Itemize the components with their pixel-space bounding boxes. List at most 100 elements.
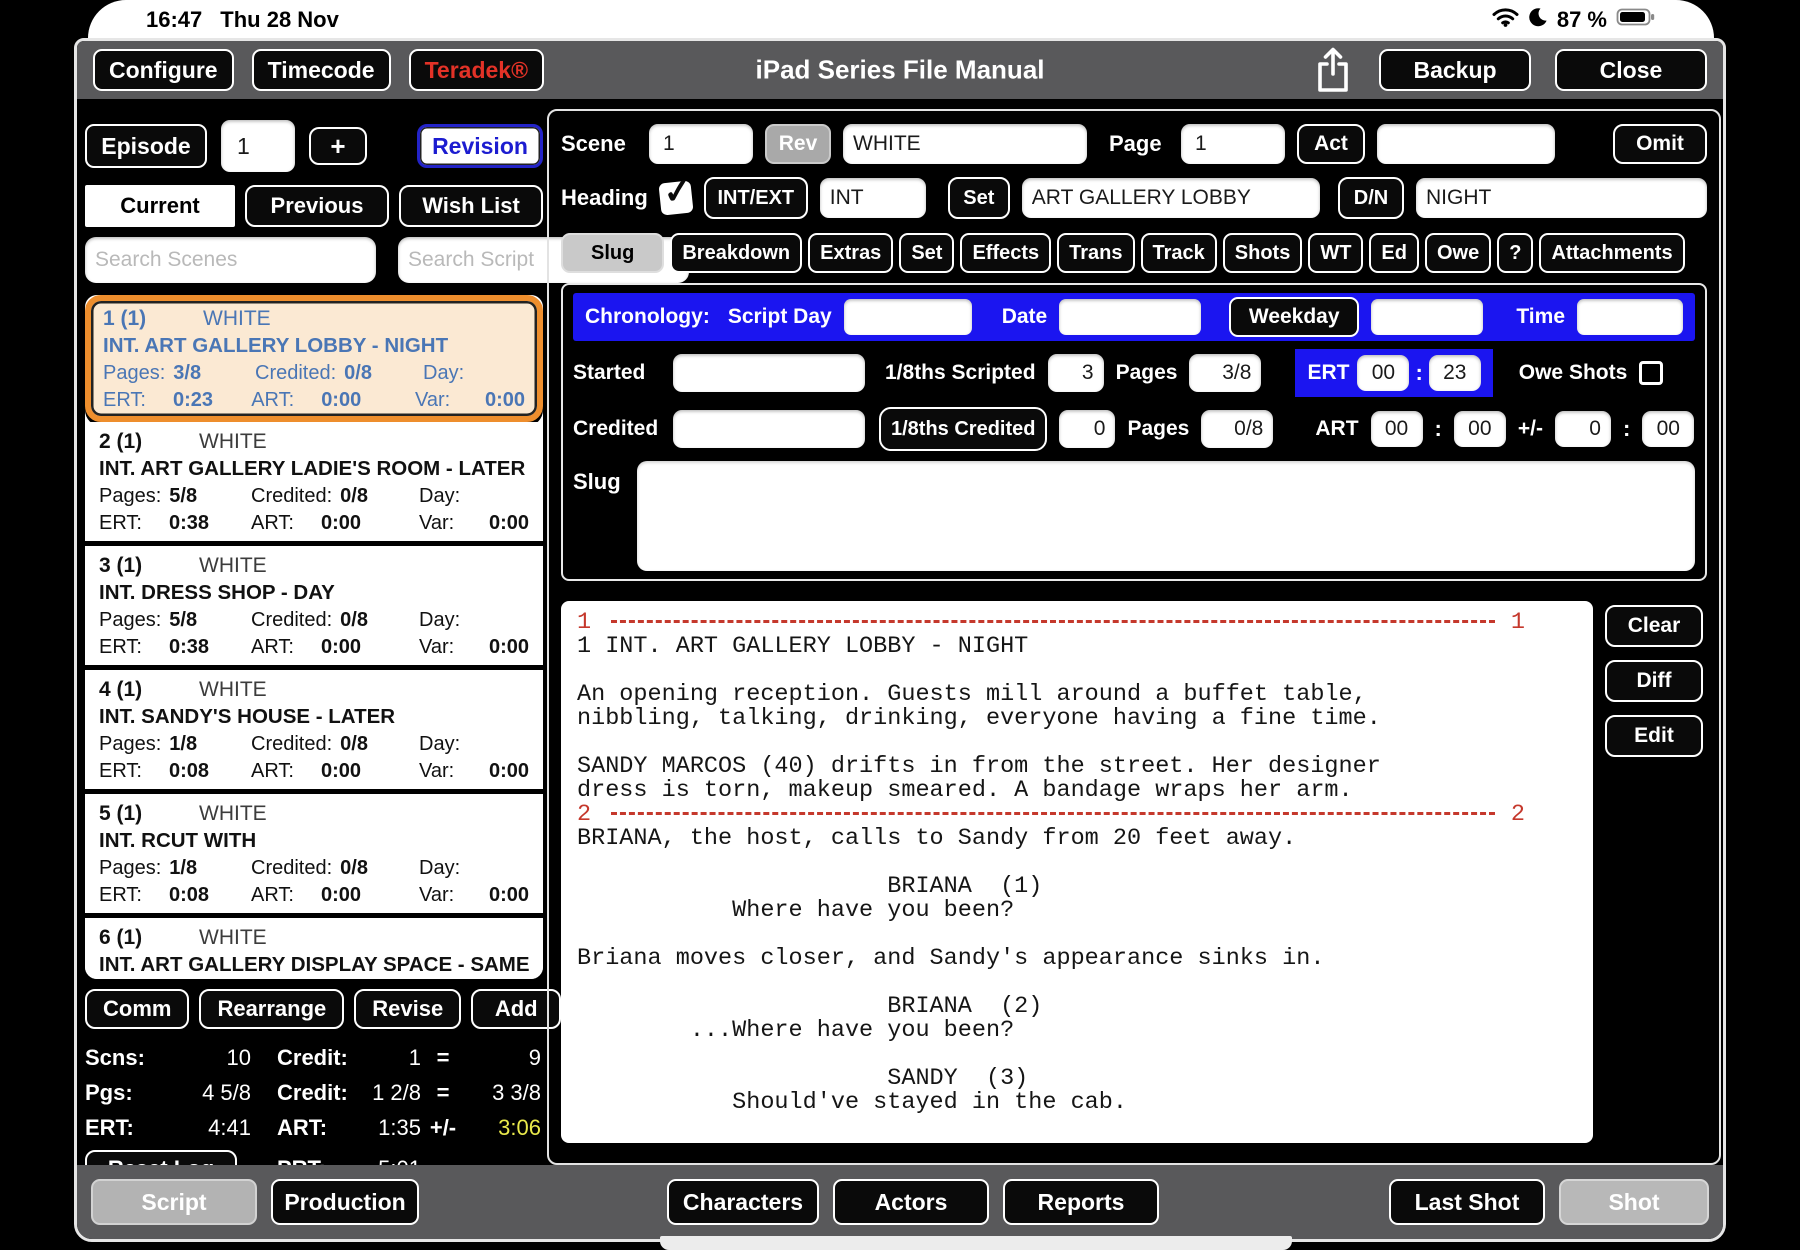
- set-button[interactable]: Set: [948, 177, 1010, 219]
- slug-textarea[interactable]: [637, 461, 1695, 571]
- backup-button[interactable]: Backup: [1379, 49, 1531, 91]
- detail-tab-extras[interactable]: Extras: [808, 233, 893, 273]
- int-ext-button[interactable]: INT/EXT: [704, 177, 808, 219]
- last-shot-button[interactable]: Last Shot: [1389, 1179, 1545, 1225]
- script-line: [577, 971, 1589, 995]
- weekday-input[interactable]: [1371, 299, 1483, 335]
- art-minutes-input[interactable]: [1454, 411, 1506, 447]
- variance-minutes-input[interactable]: [1642, 411, 1694, 447]
- script-line: [577, 923, 1589, 947]
- detail-tab-owe[interactable]: Owe: [1425, 233, 1491, 273]
- time-input[interactable]: [1577, 299, 1683, 335]
- script-tab-button[interactable]: Script: [91, 1179, 257, 1225]
- omit-button[interactable]: Omit: [1613, 124, 1707, 164]
- search-scenes-input[interactable]: [85, 237, 376, 283]
- reports-button[interactable]: Reports: [1003, 1179, 1159, 1225]
- revision-button[interactable]: Revision: [417, 124, 543, 168]
- page-number-input[interactable]: [1181, 124, 1285, 164]
- day-night-input[interactable]: [1416, 178, 1707, 218]
- episode-number-input[interactable]: [221, 120, 295, 172]
- edit-button[interactable]: Edit: [1605, 715, 1703, 757]
- detail-tab-effects[interactable]: Effects: [960, 233, 1051, 273]
- scene-list-item[interactable]: 5 (1) WHITE INT. RCUT WITH Pages:1/8 Cre…: [85, 794, 543, 918]
- detail-tab-track[interactable]: Track: [1141, 233, 1217, 273]
- art-label: ART: [1315, 417, 1358, 441]
- teradek-button[interactable]: Teradek®: [409, 49, 544, 91]
- act-input[interactable]: [1377, 124, 1555, 164]
- rearrange-button[interactable]: Rearrange: [199, 989, 344, 1029]
- add-episode-button[interactable]: +: [309, 127, 367, 165]
- ert-minutes-input[interactable]: [1429, 355, 1481, 391]
- eighths-credited-button[interactable]: 1/8ths Credited: [879, 407, 1047, 451]
- episode-row: Episode + Revision: [85, 119, 543, 173]
- scene-list-item[interactable]: 4 (1) WHITE INT. SANDY'S HOUSE - LATER P…: [85, 670, 543, 794]
- comm-button[interactable]: Comm: [85, 989, 189, 1029]
- scene-label: Scene: [561, 131, 637, 157]
- diff-button[interactable]: Diff: [1605, 660, 1703, 702]
- left-tab-current[interactable]: Current: [85, 185, 235, 227]
- shot-button[interactable]: Shot: [1559, 1179, 1709, 1225]
- rev-button[interactable]: Rev: [765, 124, 831, 164]
- ert-label: ERT: [1307, 361, 1349, 385]
- detail-tab-breakdown[interactable]: Breakdown: [670, 233, 802, 273]
- act-button[interactable]: Act: [1297, 124, 1365, 164]
- credited-input[interactable]: [673, 410, 865, 448]
- scene-list-item[interactable]: 6 (1) WHITE INT. ART GALLERY DISPLAY SPA…: [85, 918, 543, 979]
- scene-number: 4 (1): [99, 678, 199, 702]
- scene-timing-row: ERT:0:08 ART:0:00 Var:0:00: [99, 884, 529, 907]
- scene-list-item[interactable]: 1 (1) WHITE INT. ART GALLERY LOBBY - NIG…: [85, 295, 543, 422]
- revision-color-input[interactable]: [843, 124, 1087, 164]
- art-hours-input[interactable]: [1371, 411, 1423, 447]
- eighths-scripted-input[interactable]: [1048, 354, 1104, 392]
- heading-checkbox[interactable]: [658, 180, 693, 215]
- detail-tab-wt[interactable]: WT: [1308, 233, 1363, 273]
- left-tab-wish-list[interactable]: Wish List: [399, 185, 543, 227]
- started-pages-input[interactable]: [1189, 354, 1261, 392]
- detail-tab-tab[interactable]: ?: [1497, 233, 1533, 273]
- script-revision-marker: 22: [577, 803, 1525, 827]
- scene-list[interactable]: 1 (1) WHITE INT. ART GALLERY LOBBY - NIG…: [85, 295, 543, 979]
- characters-button[interactable]: Characters: [667, 1179, 819, 1225]
- revise-button[interactable]: Revise: [354, 989, 461, 1029]
- day-night-button[interactable]: D/N: [1338, 177, 1404, 219]
- scene-header-row-1: Scene Rev Page Act Omit: [561, 121, 1707, 167]
- configure-button[interactable]: Configure: [93, 49, 234, 91]
- variance-hours-input[interactable]: [1555, 411, 1611, 447]
- detail-tab-slug[interactable]: Slug: [561, 233, 664, 273]
- scene-number-input[interactable]: [649, 124, 753, 164]
- owe-shots-checkbox[interactable]: [1639, 361, 1663, 385]
- do-not-disturb-moon-icon: [1528, 7, 1548, 33]
- scene-pages-row: Pages:5/8 Credited:0/8 Day:: [99, 609, 529, 632]
- started-input[interactable]: [673, 354, 865, 392]
- detail-tab-set[interactable]: Set: [899, 233, 954, 273]
- detail-tab-ed[interactable]: Ed: [1369, 233, 1419, 273]
- app-title: iPad Series File Manual: [756, 55, 1045, 86]
- scene-list-item[interactable]: 2 (1) WHITE INT. ART GALLERY LADIE'S ROO…: [85, 422, 543, 546]
- detail-tab-trans[interactable]: Trans: [1057, 233, 1134, 273]
- home-indicator[interactable]: [660, 1236, 1292, 1250]
- detail-tab-attachments[interactable]: Attachments: [1539, 233, 1684, 273]
- script-line: BRIANA, the host, calls to Sandy from 20…: [577, 827, 1589, 851]
- actors-button[interactable]: Actors: [833, 1179, 989, 1225]
- set-input[interactable]: [1022, 178, 1320, 218]
- timecode-button[interactable]: Timecode: [252, 49, 391, 91]
- credited-pages-input[interactable]: [1201, 410, 1273, 448]
- clock-time: 16:47: [146, 7, 202, 33]
- detail-tab-shots[interactable]: Shots: [1223, 233, 1303, 273]
- script-line: BRIANA (2): [577, 995, 1589, 1019]
- scene-list-item[interactable]: 3 (1) WHITE INT. DRESS SHOP - DAY Pages:…: [85, 546, 543, 670]
- clear-button[interactable]: Clear: [1605, 605, 1703, 647]
- close-button[interactable]: Close: [1555, 49, 1707, 91]
- script-day-input[interactable]: [844, 299, 972, 335]
- date-input[interactable]: [1059, 299, 1201, 335]
- production-tab-button[interactable]: Production: [271, 1179, 419, 1225]
- scene-timing-row: ERT:0:23 ART:0:00 Var:0:00: [103, 389, 525, 412]
- eighths-credited-input[interactable]: [1059, 410, 1115, 448]
- share-export-icon[interactable]: [1311, 45, 1355, 95]
- int-ext-input[interactable]: [820, 178, 926, 218]
- weekday-button[interactable]: Weekday: [1229, 297, 1359, 337]
- episode-button[interactable]: Episode: [85, 124, 207, 168]
- left-tab-previous[interactable]: Previous: [245, 185, 389, 227]
- script-viewer[interactable]: 111 INT. ART GALLERY LOBBY - NIGHTAn ope…: [561, 601, 1593, 1143]
- ert-hours-input[interactable]: [1357, 355, 1409, 391]
